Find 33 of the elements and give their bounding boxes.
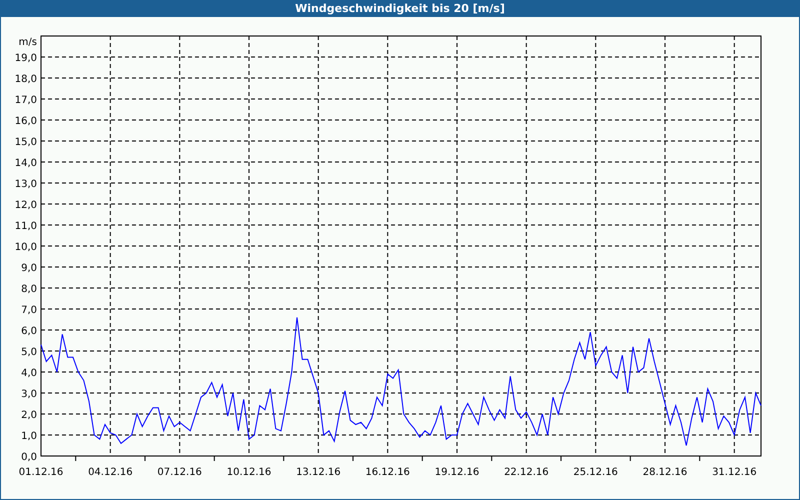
y-tick-label: 0,0 xyxy=(21,452,37,463)
y-tick-label: 15,0 xyxy=(14,137,37,148)
y-tick-label: 16,0 xyxy=(14,116,37,127)
x-tick-label: 22.12.16 xyxy=(504,467,549,478)
y-tick-label: 2,0 xyxy=(21,410,37,421)
y-tick-label: 13,0 xyxy=(14,179,37,190)
y-tick-label: 19,0 xyxy=(14,53,37,64)
y-tick-label: 3,0 xyxy=(21,389,37,400)
x-tick-label: 28.12.16 xyxy=(642,467,688,478)
y-tick-label: 7,0 xyxy=(21,305,37,316)
y-tick-label: 10,0 xyxy=(14,242,37,253)
x-tick-label: 25.12.16 xyxy=(573,467,618,478)
x-tick-label: 07.12.16 xyxy=(157,467,202,478)
x-tick-label: 13.12.16 xyxy=(296,467,341,478)
x-tick-label: 10.12.16 xyxy=(226,467,272,478)
y-tick-label: 6,0 xyxy=(21,326,37,337)
y-tick-label: 5,0 xyxy=(21,347,37,358)
y-tick-label: 4,0 xyxy=(21,368,37,379)
y-tick-label: 8,0 xyxy=(21,284,37,295)
y-tick-label: 11,0 xyxy=(14,221,37,232)
y-axis-unit: m/s xyxy=(18,37,37,48)
x-tick-label: 19.12.16 xyxy=(434,467,480,478)
x-tick-label: 31.12.16 xyxy=(712,467,757,478)
y-tick-label: 9,0 xyxy=(21,263,37,274)
y-tick-label: 1,0 xyxy=(21,431,37,442)
y-tick-label: 12,0 xyxy=(14,200,37,211)
chart-title: Windgeschwindigkeit bis 20 [m/s] xyxy=(295,2,505,15)
y-tick-label: 18,0 xyxy=(14,74,37,85)
y-tick-label: 17,0 xyxy=(14,95,37,106)
x-tick-label: 01.12.16 xyxy=(18,467,64,478)
x-tick-label: 16.12.16 xyxy=(365,467,410,478)
x-tick-label: 04.12.16 xyxy=(88,467,133,478)
y-tick-label: 14,0 xyxy=(14,158,37,169)
